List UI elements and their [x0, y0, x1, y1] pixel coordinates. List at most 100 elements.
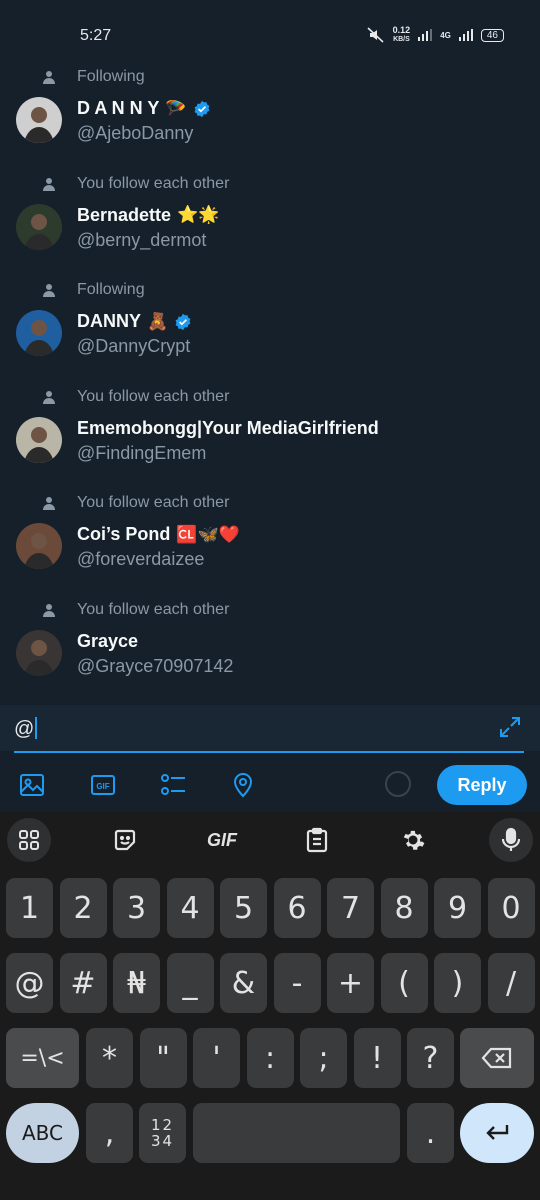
key-symbol[interactable]: : — [246, 1028, 294, 1088]
username-handle: @berny_dermot — [77, 229, 207, 250]
social-context-text: Following — [77, 68, 145, 85]
mention-suggestion-item[interactable]: Following DANNY 🧸 @DannyCrypt — [0, 273, 540, 380]
mention-suggestion-item[interactable]: You follow each other Ememobongg|Your Me… — [0, 380, 540, 487]
username-handle: @DannyCrypt — [77, 336, 191, 356]
key-symbol[interactable]: " — [139, 1028, 187, 1088]
key-symbol[interactable]: + — [327, 953, 374, 1013]
social-context-text: Following — [77, 281, 145, 298]
image-icon[interactable] — [18, 771, 46, 799]
key-symbol[interactable]: - — [273, 953, 321, 1013]
enter-key[interactable] — [460, 1103, 534, 1163]
cell-signal-icon — [458, 29, 473, 41]
on-screen-keyboard: GIF 1 2 3 4 5 6 7 8 9 0 @ # ₦ _ & - +() / =\< * " ':;!? ABC, 12… — [0, 812, 540, 1200]
gif-keyboard-button[interactable]: GIF — [198, 818, 246, 862]
name-emoji: ⭐🌟 — [177, 205, 220, 224]
person-icon — [43, 603, 55, 617]
character-count-ring — [385, 771, 411, 797]
key-5[interactable]: 5 — [220, 878, 267, 938]
backspace-key[interactable] — [460, 1028, 534, 1088]
expand-icon[interactable] — [498, 715, 522, 739]
battery-indicator: 46 — [480, 28, 504, 42]
numpad-label: 12 34 — [150, 1116, 175, 1150]
symbols-page-key[interactable]: =\< — [6, 1028, 79, 1088]
name-emoji: 🧸 — [147, 311, 169, 331]
key-symbol[interactable]: ( — [380, 953, 428, 1013]
mention-suggestion-item[interactable]: You follow each other Bernadette ⭐🌟 @ber… — [0, 167, 540, 274]
key-symbol[interactable]: & — [220, 953, 267, 1013]
key-7[interactable]: 7 — [327, 878, 374, 938]
key-symbol[interactable]: ? — [407, 1028, 454, 1088]
key-symbol[interactable]: @ — [6, 953, 53, 1013]
mention-suggestion-item[interactable]: You follow each other Coi’s Pond 🆑🦋❤️ @f… — [0, 486, 540, 593]
verified-badge-icon — [175, 313, 191, 330]
display-name-row: Bernadette ⭐🌟 — [77, 205, 219, 226]
poll-icon[interactable] — [159, 771, 187, 799]
display-name: Coi’s Pond — [77, 524, 171, 544]
enter-icon — [486, 1125, 509, 1140]
key-1[interactable]: 1 — [6, 878, 53, 938]
gif-icon[interactable]: GIF — [89, 771, 117, 799]
name-emoji: 🪂 — [165, 98, 187, 118]
settings-gear-icon[interactable] — [391, 818, 435, 862]
period-key[interactable]: . — [407, 1103, 454, 1163]
person-icon — [43, 71, 55, 84]
net-speed-value: 0.12 — [392, 25, 411, 35]
name-emoji: 🆑🦋❤️ — [176, 524, 240, 544]
mention-suggestion-item[interactable]: Following D A N N Y 🪂 @AjeboDanny — [0, 60, 540, 167]
display-name: Bernadette — [77, 204, 172, 225]
reply-input[interactable]: @ — [0, 705, 540, 751]
key-symbol[interactable]: ; — [300, 1028, 347, 1088]
person-icon — [43, 497, 55, 510]
reply-button[interactable]: Reply — [437, 765, 527, 805]
display-name-row: Ememobongg|Your MediaGirlfriend — [77, 418, 379, 439]
key-symbol[interactable]: ₦ — [113, 953, 160, 1013]
clipboard-icon[interactable] — [295, 818, 339, 862]
avatar — [16, 629, 62, 676]
key-symbol[interactable]: ! — [353, 1028, 401, 1088]
avatar — [16, 203, 62, 250]
numpad-key[interactable]: 12 34 — [139, 1103, 186, 1163]
key-2[interactable]: 2 — [59, 878, 107, 938]
input-focus-line — [14, 751, 524, 753]
display-name-row: Grayce — [77, 631, 138, 652]
location-icon[interactable] — [229, 771, 257, 799]
text-caret — [35, 717, 38, 739]
key-9[interactable]: 9 — [434, 878, 481, 938]
key-4[interactable]: 4 — [166, 878, 214, 938]
key-0[interactable]: 0 — [487, 878, 535, 938]
microphone-icon[interactable] — [489, 818, 533, 862]
key-symbol[interactable]: ) — [434, 953, 481, 1013]
key-symbol[interactable]: _ — [166, 953, 214, 1013]
social-context-text: You follow each other — [77, 600, 230, 618]
comma-key[interactable]: , — [86, 1103, 133, 1163]
key-symbol[interactable]: * — [86, 1028, 133, 1088]
person-icon — [43, 284, 55, 297]
username-handle: @FindingEmem — [77, 442, 207, 463]
avatar — [16, 416, 62, 463]
backspace-icon — [481, 1047, 512, 1069]
display-name: DANNY — [77, 311, 142, 331]
username-handle: @Grayce70907142 — [77, 655, 234, 676]
display-name: Ememobongg|Your MediaGirlfriend — [77, 417, 379, 438]
key-symbol[interactable]: # — [59, 953, 107, 1013]
mention-suggestion-item[interactable]: You follow each other Grayce @Grayce7090… — [0, 593, 540, 700]
display-name: D A N N Y — [77, 98, 160, 118]
username-handle: @foreverdaizee — [77, 549, 205, 569]
key-symbol[interactable]: / — [487, 953, 535, 1013]
person-icon — [43, 390, 55, 404]
social-context-text: You follow each other — [77, 174, 230, 192]
display-name-row: DANNY 🧸 — [77, 311, 192, 332]
sticker-icon[interactable] — [103, 818, 147, 862]
key-6[interactable]: 6 — [273, 878, 321, 938]
social-context-text: You follow each other — [77, 494, 230, 511]
reply-input-value: @ — [14, 717, 38, 741]
net-speed: 0.12 KB/S — [393, 26, 411, 44]
apps-grid-icon[interactable] — [7, 818, 51, 862]
avatar — [16, 310, 62, 356]
clock: 5:27 — [80, 27, 112, 44]
space-key[interactable] — [193, 1103, 400, 1163]
abc-key[interactable]: ABC — [6, 1103, 79, 1163]
key-8[interactable]: 8 — [380, 878, 428, 938]
key-symbol[interactable]: ' — [193, 1028, 240, 1088]
key-3[interactable]: 3 — [113, 878, 160, 938]
